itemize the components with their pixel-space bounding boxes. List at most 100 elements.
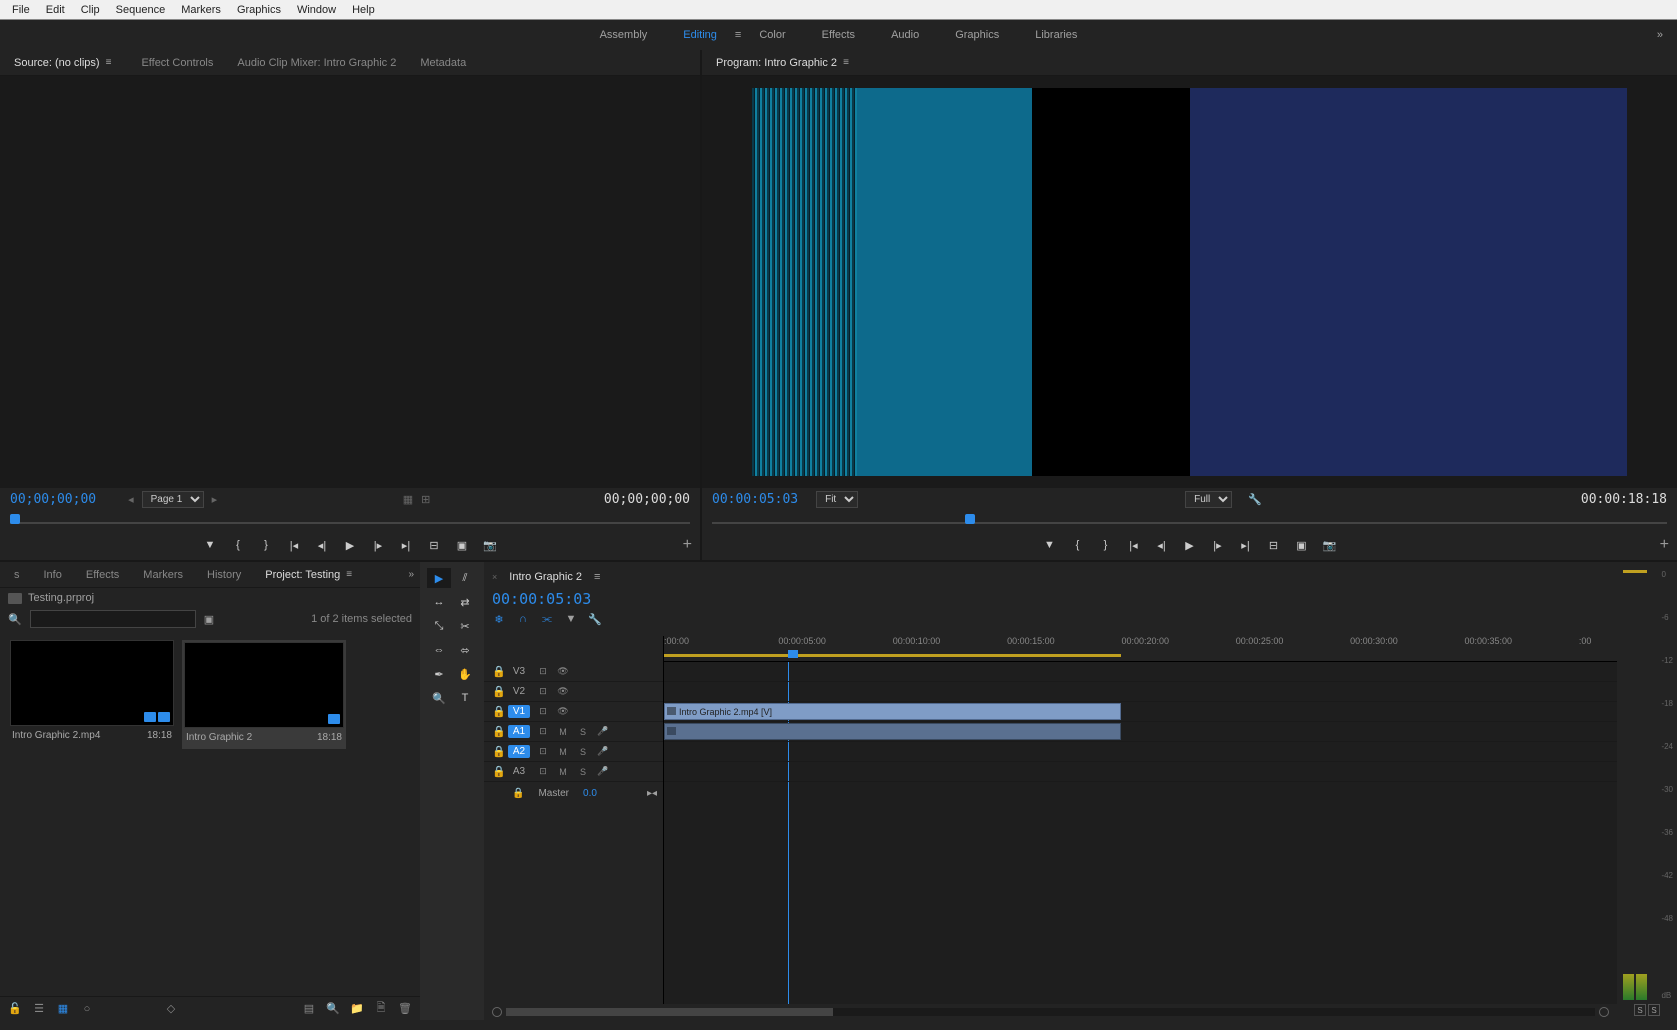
solo-button[interactable]: S	[576, 727, 590, 737]
track-output-icon[interactable]: 👁	[556, 706, 570, 717]
source-viewer[interactable]	[0, 76, 700, 488]
new-bin-from-search-icon[interactable]: ▣	[204, 613, 214, 626]
tab-audio-clip-mixer[interactable]: Audio Clip Mixer: Intro Graphic 2	[227, 53, 406, 73]
timeline-scroll-thumb[interactable]	[506, 1008, 833, 1016]
mute-button[interactable]: M	[556, 767, 570, 777]
track-header-v1[interactable]: 🔒V1⊡👁	[484, 702, 663, 722]
project-item[interactable]: Intro Graphic 2 18:18	[182, 640, 346, 749]
solo-button[interactable]: S	[576, 767, 590, 777]
tab-media-browser-stub[interactable]: s	[4, 565, 30, 585]
workspace-graphics[interactable]: Graphics	[937, 23, 1017, 47]
tool-razor[interactable]: ✂	[453, 616, 477, 636]
find-icon[interactable]: 🔍	[326, 1002, 340, 1016]
menu-sequence[interactable]: Sequence	[108, 2, 174, 18]
goto-out-icon[interactable]: ▸|	[397, 536, 415, 554]
track-lock-icon[interactable]: 🔒	[492, 745, 502, 758]
menu-markers[interactable]: Markers	[173, 2, 229, 18]
track-lane-a3[interactable]	[664, 762, 1617, 782]
tab-program-menu-icon[interactable]: ≡	[843, 57, 849, 68]
sync-lock-icon[interactable]: ⊡	[536, 686, 550, 697]
program-settings-icon[interactable]: 🔧	[1248, 493, 1262, 506]
menu-clip[interactable]: Clip	[73, 2, 108, 18]
tool-ripple[interactable]: ↔	[427, 592, 451, 612]
source-safe-margins-icon[interactable]: ▦	[403, 493, 413, 506]
project-search-input[interactable]	[30, 610, 196, 628]
menu-edit[interactable]: Edit	[38, 2, 73, 18]
list-view-icon[interactable]: ☰	[32, 1002, 46, 1016]
source-playhead[interactable]	[10, 514, 20, 524]
source-drag-video-icon[interactable]: ⊞	[421, 493, 430, 506]
track-lock-icon[interactable]: 🔒	[492, 765, 502, 778]
menu-file[interactable]: File	[4, 2, 38, 18]
tab-history[interactable]: History	[197, 565, 251, 585]
timeline-settings-icon[interactable]: 🔧	[588, 612, 602, 626]
timeline-tab-menu-icon[interactable]: ≡	[594, 571, 600, 583]
track-header-a3[interactable]: 🔒A3⊡MS🎤	[484, 762, 663, 782]
tool-slide[interactable]: ⬄	[453, 640, 477, 660]
insert-icon[interactable]: ⊟	[425, 536, 443, 554]
sync-lock-icon[interactable]: ⊡	[536, 666, 550, 677]
tab-effects[interactable]: Effects	[76, 565, 129, 585]
workspace-assembly[interactable]: Assembly	[582, 23, 666, 47]
track-lane-v2[interactable]	[664, 682, 1617, 702]
track-header-a2[interactable]: 🔒A2⊡MS🎤	[484, 742, 663, 762]
project-tabs-overflow-icon[interactable]: »	[408, 569, 414, 580]
timeline-timecode[interactable]: 00:00:05:03	[492, 588, 1609, 610]
track-header-v3[interactable]: 🔒V3⊡👁	[484, 662, 663, 682]
icon-view-icon[interactable]: ▦	[56, 1002, 70, 1016]
program-playhead[interactable]	[965, 514, 975, 524]
voice-over-icon[interactable]: 🎤	[596, 766, 610, 777]
prog-goto-out-icon[interactable]: ▸|	[1237, 536, 1255, 554]
track-lock-icon[interactable]: 🔒	[492, 725, 502, 738]
track-lane-a1[interactable]	[664, 722, 1617, 742]
program-ruler[interactable]	[702, 510, 1677, 530]
workspace-effects[interactable]: Effects	[804, 23, 873, 47]
solo-left-button[interactable]: S	[1634, 1004, 1646, 1016]
prog-step-fwd-icon[interactable]: |▸	[1209, 536, 1227, 554]
voice-over-icon[interactable]: 🎤	[596, 746, 610, 757]
workspace-editing[interactable]: Editing	[665, 23, 735, 47]
track-lane-v3[interactable]	[664, 662, 1617, 682]
sync-lock-icon[interactable]: ⊡	[536, 746, 550, 757]
track-header-v2[interactable]: 🔒V2⊡👁	[484, 682, 663, 702]
snap-icon[interactable]: ∩	[516, 612, 530, 626]
track-target-toggle[interactable]: V3	[508, 665, 530, 678]
step-back-icon[interactable]: ◂|	[313, 536, 331, 554]
mute-button[interactable]: M	[556, 747, 570, 757]
tool-slip[interactable]: ⇔	[427, 640, 451, 660]
timeline-playhead-head[interactable]	[788, 650, 798, 658]
source-page-select[interactable]: Page 1	[142, 491, 204, 508]
timeline-ruler[interactable]: :00:0000:00:05:0000:00:10:0000:00:15:000…	[664, 636, 1617, 662]
timeline-sequence-tab[interactable]: Intro Graphic 2	[503, 569, 588, 585]
new-bin-icon[interactable]: 📁	[350, 1002, 364, 1016]
source-tc-current[interactable]: 00;00;00;00	[10, 492, 96, 507]
solo-right-button[interactable]: S	[1648, 1004, 1660, 1016]
workspace-libraries[interactable]: Libraries	[1017, 23, 1095, 47]
track-target-toggle[interactable]: V2	[508, 685, 530, 698]
menu-help[interactable]: Help	[344, 2, 383, 18]
timeline-scrollbar[interactable]	[484, 1004, 1617, 1020]
prog-extract-icon[interactable]: ▣	[1293, 536, 1311, 554]
add-marker-tl-icon[interactable]: ▼	[564, 612, 578, 626]
master-goto-icon[interactable]: ▸◂	[647, 788, 657, 799]
tab-info[interactable]: Info	[34, 565, 72, 585]
tool-pen[interactable]: ✒	[427, 664, 451, 684]
workspace-color[interactable]: Color	[741, 23, 803, 47]
track-lock-icon[interactable]: 🔒	[492, 685, 502, 698]
prog-mark-out-icon[interactable]: }	[1097, 536, 1115, 554]
track-target-toggle[interactable]: A3	[508, 765, 530, 778]
export-frame-icon[interactable]: 📷	[481, 536, 499, 554]
track-lock-icon[interactable]: 🔒	[492, 705, 502, 718]
prog-play-icon[interactable]: ▶	[1181, 536, 1199, 554]
mark-out-icon[interactable]: }	[257, 536, 275, 554]
tool-selection[interactable]: ▶	[427, 568, 451, 588]
source-ruler[interactable]	[0, 510, 700, 530]
audio-clip[interactable]	[664, 723, 1121, 740]
tab-markers[interactable]: Markers	[133, 565, 193, 585]
nest-toggle-icon[interactable]: ❄	[492, 612, 506, 626]
program-zoom-select[interactable]: Fit	[816, 491, 858, 508]
tool-zoom[interactable]: 🔍	[427, 688, 451, 708]
zoom-in-handle[interactable]	[1599, 1007, 1609, 1017]
play-icon[interactable]: ▶	[341, 536, 359, 554]
project-item-thumbnail[interactable]	[10, 640, 174, 726]
